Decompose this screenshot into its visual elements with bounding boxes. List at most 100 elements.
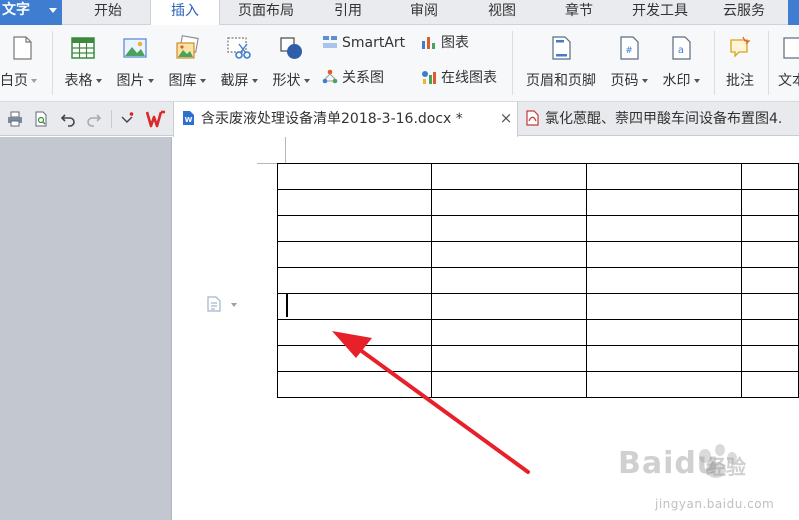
online-chart-label: 在线图表 — [441, 70, 497, 86]
picture-button[interactable]: 图片 — [110, 29, 160, 99]
document-table[interactable] — [277, 163, 799, 398]
watermark-button[interactable]: a 水印 — [656, 29, 706, 99]
page-number-button[interactable]: # 页码 — [606, 29, 652, 99]
menu-overflow-marker — [788, 0, 799, 25]
table-cell[interactable] — [740, 345, 799, 372]
table-row — [277, 293, 799, 320]
margin-corner-mark — [285, 137, 286, 163]
workspace-background — [0, 137, 171, 520]
table-icon — [71, 37, 95, 59]
table-cell[interactable] — [740, 215, 799, 242]
screenshot-button[interactable]: 截屏 — [214, 29, 264, 99]
close-tab-icon[interactable]: × — [499, 102, 513, 136]
table-cell[interactable] — [277, 319, 432, 346]
ribbon-divider — [512, 31, 513, 95]
table-cell[interactable] — [277, 267, 432, 294]
print-preview-icon[interactable] — [33, 111, 49, 127]
table-cell[interactable] — [430, 163, 587, 190]
redo-icon[interactable] — [86, 111, 102, 127]
customize-dropdown-icon[interactable] — [119, 111, 135, 127]
other-document-title: 氯化蒽醌、萘四甲酸车间设备布置图4. — [545, 111, 783, 127]
picture-icon — [123, 38, 147, 58]
table-cell[interactable] — [585, 371, 742, 398]
table-cell[interactable] — [277, 371, 432, 398]
table-cell[interactable] — [740, 163, 799, 190]
table-cell[interactable] — [585, 215, 742, 242]
comment-button[interactable]: 批注 — [718, 29, 762, 99]
table-cell[interactable] — [277, 163, 432, 190]
table-cell[interactable] — [430, 267, 587, 294]
chart-label: 图表 — [441, 35, 469, 51]
relation-button[interactable]: 关系图 — [322, 67, 384, 89]
table-cell[interactable] — [277, 189, 432, 216]
table-row — [277, 241, 799, 268]
table-cell[interactable] — [740, 241, 799, 268]
textbox-icon — [783, 37, 799, 59]
textbox-button[interactable]: 文本 — [774, 29, 799, 99]
table-cell[interactable] — [277, 293, 432, 320]
tab-home[interactable]: 开始 — [80, 0, 136, 25]
tab-view[interactable]: 视图 — [472, 0, 532, 25]
table-cell[interactable] — [740, 293, 799, 320]
textbox-label: 文本 — [778, 73, 799, 89]
shapes-button[interactable]: 形状 — [266, 29, 316, 99]
print-icon[interactable] — [7, 111, 23, 127]
header-footer-icon — [552, 36, 571, 60]
app-menu-button[interactable]: 文字 — [0, 0, 62, 25]
tab-developer[interactable]: 开发工具 — [622, 0, 698, 25]
page-number-icon: # — [620, 36, 639, 60]
table-cell[interactable] — [277, 241, 432, 268]
wps-logo-icon[interactable] — [146, 110, 168, 128]
table-cell[interactable] — [430, 241, 587, 268]
table-row — [277, 267, 799, 294]
table-cell[interactable] — [430, 293, 587, 320]
table-cell[interactable] — [585, 189, 742, 216]
relation-icon — [322, 69, 338, 84]
watermark-brand: Baidu — [618, 446, 720, 481]
table-cell[interactable] — [585, 163, 742, 190]
gallery-icon — [176, 35, 199, 59]
table-cell[interactable] — [430, 189, 587, 216]
tab-insert[interactable]: 插入 — [150, 0, 220, 26]
text-cursor — [286, 293, 288, 317]
chart-button[interactable]: 图表 — [421, 32, 469, 54]
table-cell[interactable] — [740, 319, 799, 346]
scissors-icon — [227, 37, 251, 59]
tab-page-layout[interactable]: 页面布局 — [228, 0, 304, 25]
watermark-icon: a — [672, 36, 691, 60]
smartart-button[interactable]: SmartArt — [322, 32, 405, 54]
app-name: 文字 — [2, 2, 30, 18]
undo-icon[interactable] — [60, 111, 76, 127]
tab-other-document[interactable]: 氯化蒽醌、萘四甲酸车间设备布置图4. — [520, 102, 799, 136]
table-cell[interactable] — [430, 215, 587, 242]
table-row — [277, 215, 799, 242]
table-cell[interactable] — [430, 345, 587, 372]
table-cell[interactable] — [277, 345, 432, 372]
gallery-button[interactable]: 图库 — [162, 29, 212, 99]
table-cell[interactable] — [430, 371, 587, 398]
table-cell[interactable] — [740, 371, 799, 398]
blank-page-button[interactable]: 白页 — [0, 29, 44, 99]
table-button[interactable]: 表格 — [58, 29, 108, 99]
header-footer-button[interactable]: 页眉和页脚 — [518, 29, 604, 99]
paste-options-icon[interactable] — [205, 295, 223, 313]
svg-text:a: a — [678, 45, 684, 56]
table-cell[interactable] — [740, 189, 799, 216]
tab-sections[interactable]: 章节 — [549, 0, 609, 25]
table-cell[interactable] — [277, 215, 432, 242]
table-cell[interactable] — [740, 267, 799, 294]
tab-active-document[interactable]: W 含汞废液处理设备清单2018-3-16.docx * — [173, 102, 518, 137]
tab-cloud[interactable]: 云服务 — [712, 0, 776, 25]
table-cell[interactable] — [585, 267, 742, 294]
table-cell[interactable] — [585, 293, 742, 320]
tab-references[interactable]: 引用 — [318, 0, 378, 25]
watermark-label: 水印 — [662, 73, 691, 89]
tab-review[interactable]: 审阅 — [394, 0, 454, 25]
table-cell[interactable] — [585, 345, 742, 372]
table-cell[interactable] — [585, 241, 742, 268]
watermark-url: jingyan.baidu.com — [655, 497, 775, 511]
chevron-down-icon[interactable] — [231, 303, 237, 307]
table-cell[interactable] — [430, 319, 587, 346]
online-chart-button[interactable]: 在线图表 — [421, 67, 497, 89]
table-cell[interactable] — [585, 319, 742, 346]
